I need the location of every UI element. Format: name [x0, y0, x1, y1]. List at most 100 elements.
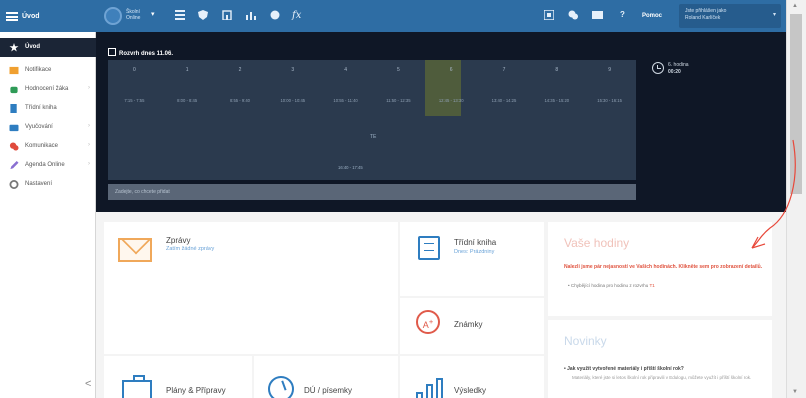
shield-icon[interactable]: [198, 10, 208, 20]
clock-icon: [268, 376, 294, 398]
user-caption: Jste přihlášen jako: [685, 8, 727, 14]
hour-cell[interactable]: 6: [425, 60, 478, 80]
sidebar-item-agenda[interactable]: Agenda Online ›: [0, 156, 96, 175]
hours-panel: Vaše hodiny Nalezli jsme pár nejasností …: [548, 222, 772, 316]
fx-icon[interactable]: fx: [292, 10, 301, 21]
classbook-title: Třídní kniha: [454, 238, 497, 247]
sidebar-item-notifikace[interactable]: Notifikace: [0, 61, 96, 80]
hour-cell[interactable]: 7: [478, 60, 531, 80]
news-panel: Novinky • Jak využít vytvořené materiály…: [548, 320, 772, 398]
bar-chart-icon: [416, 378, 444, 398]
sidebar-item-hodnoceni[interactable]: Hodnocení žáka ›: [0, 80, 96, 99]
caret-down-icon: ▾: [772, 12, 776, 18]
chart-icon[interactable]: [246, 10, 256, 20]
hours-item-tag: T1: [649, 283, 655, 288]
hours-item[interactable]: • Chybějící hodina pro hodinu z rozvrhu …: [568, 283, 764, 289]
chat-icon: [9, 142, 19, 151]
help-icon[interactable]: ?: [620, 10, 625, 19]
envelope-icon: [118, 238, 152, 262]
hour-cell[interactable]: 0: [108, 60, 161, 80]
star-icon: [9, 43, 19, 52]
help-label[interactable]: Pomoc: [642, 13, 662, 19]
messages-subtitle: Zatím žádné zprávy: [166, 246, 215, 252]
hour-time: 13:40 - 14:25: [491, 98, 517, 103]
sidebar-item-uvod[interactable]: Úvod: [0, 38, 96, 57]
sidebar-item-label: Třídní kniha: [25, 105, 57, 111]
messages-tile[interactable]: Zprávy Zatím žádné zprávy: [104, 222, 398, 354]
hour-cell[interactable]: 4: [319, 60, 372, 80]
sidebar-item-label: Komunikace: [25, 143, 59, 149]
homework-tile[interactable]: DÚ / písemky: [254, 356, 398, 398]
news-panel-title: Novinky: [564, 334, 607, 348]
hours-warning[interactable]: Nalezli jsme pár nejasností ve Vašich ho…: [564, 264, 764, 271]
schedule-title-text: Rozvrh dnes 11.06.: [119, 51, 174, 57]
plans-tile[interactable]: Plány & Přípravy: [104, 356, 252, 398]
hour-cell[interactable]: 2: [214, 60, 267, 80]
scroll-down-icon[interactable]: ▼: [792, 389, 798, 395]
news-headline[interactable]: • Jak využít vytvořené materiály i příšt…: [564, 366, 768, 372]
hour-cell[interactable]: 3: [266, 60, 319, 80]
sidebar-header[interactable]: Úvod: [0, 0, 96, 32]
hour-time: 12:45 - 13:30: [438, 98, 464, 103]
briefcase-icon: [9, 124, 19, 132]
chevron-right-icon: ›: [88, 123, 90, 129]
next-lesson-time: 00:20: [668, 69, 681, 75]
chevron-right-icon: ›: [88, 161, 90, 167]
grid-icon[interactable]: [175, 10, 185, 20]
calendar-icon: [108, 48, 116, 56]
user-name: Roland Karlíček: [685, 15, 721, 21]
book-icon: [10, 104, 17, 113]
classbook-tile[interactable]: Třídní kniha Dnes: Prázdniny: [400, 222, 544, 296]
school-switcher[interactable]: Školní Online: [126, 9, 140, 21]
hours-panel-title: Vaše hodiny: [564, 236, 630, 250]
brand-label: Úvod: [22, 13, 40, 20]
sidebar-item-tridni-kniha[interactable]: Třídní kniha: [0, 99, 96, 118]
web-icon[interactable]: [270, 10, 280, 20]
hamburger-icon[interactable]: [6, 12, 18, 21]
caret-down-icon[interactable]: ▾: [151, 10, 155, 18]
scrollbar-thumb[interactable]: [790, 14, 802, 194]
hour-cell[interactable]: 1: [161, 60, 214, 80]
sidebar-item-label: Úvod: [25, 44, 40, 50]
hour-time: 15:30 - 16:15: [597, 98, 622, 103]
chevron-right-icon: ›: [88, 142, 90, 148]
school-logo[interactable]: [104, 7, 122, 25]
collapse-sidebar-button[interactable]: <: [85, 378, 91, 390]
mail-icon[interactable]: [592, 10, 603, 20]
news-body: Materiály, které jste si letos školní ro…: [572, 375, 752, 380]
chat-icon[interactable]: [568, 10, 578, 20]
sidebar-item-label: Hodnocení žáka: [25, 86, 69, 92]
sidebar-item-label: Vyučování: [25, 124, 53, 130]
sidebar-item-label: Notifikace: [25, 67, 52, 73]
sidebar-item-label: Nastavení: [25, 181, 53, 187]
hour-cell[interactable]: 5: [372, 60, 425, 80]
schedule-title: Rozvrh dnes 11.06.: [108, 48, 173, 57]
building-icon[interactable]: [222, 10, 232, 20]
top-bar: Školní Online ▾ fx ? Pomoc Jste přihláše…: [96, 0, 786, 32]
hour-time: 11:50 - 12:35: [386, 98, 411, 103]
graduation-cap-icon: [10, 86, 18, 94]
lesson-time[interactable]: 16:40 - 17:45: [338, 165, 363, 170]
results-tile[interactable]: Výsledky: [400, 356, 544, 398]
lesson-label[interactable]: TE: [370, 134, 376, 140]
quick-add-input[interactable]: Zadejte, co chcete přidat: [108, 184, 636, 200]
hour-cell[interactable]: 9: [583, 60, 636, 80]
hour-time: 10:00 - 10:45: [280, 98, 306, 103]
sidebar-item-komunikace[interactable]: Komunikace ›: [0, 137, 96, 156]
bell-icon: [9, 66, 19, 75]
user-menu[interactable]: Jste přihlášen jako Roland Karlíček ▾: [679, 4, 781, 28]
hours-item-text: Chybějící hodina pro hodinu z rozvrhu: [570, 283, 649, 288]
clock-icon: [652, 62, 664, 74]
sidebar-item-nastaveni[interactable]: Nastavení: [0, 175, 96, 194]
app-icon[interactable]: [544, 10, 554, 20]
hour-time: 10:55 - 11:40: [333, 98, 358, 103]
hour-cell[interactable]: 8: [530, 60, 583, 80]
scroll-up-icon[interactable]: ▲: [792, 3, 798, 9]
schedule-grid: 0123456789 7:15 - 7:55 8:00 - 8:45 8:55 - …: [108, 60, 636, 180]
grades-tile[interactable]: A+ Známky: [400, 298, 544, 354]
sidebar-item-vyucovani[interactable]: Vyučování ›: [0, 118, 96, 137]
pencil-icon: [10, 161, 19, 170]
hour-time: 8:55 - 9:40: [229, 98, 250, 103]
gear-icon: [9, 180, 19, 189]
grade-icon: A+: [416, 310, 440, 334]
